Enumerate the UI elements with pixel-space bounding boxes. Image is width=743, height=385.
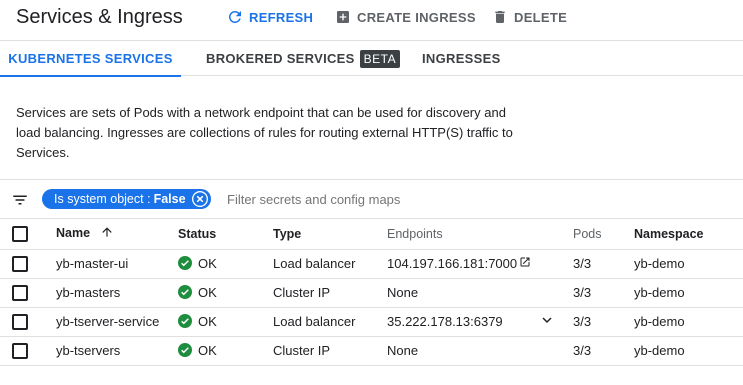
row-checkbox[interactable] [12,342,28,359]
delete-label: DELETE [514,9,568,25]
description-line: load balancing. Ingresses are collection… [16,125,513,140]
table-header-row: Name Status Type Endpoints Pods Namespac… [0,219,743,250]
description-line: Services. [16,145,70,160]
filter-input[interactable] [227,192,527,207]
row-checkbox-cell [0,278,44,308]
select-all-checkbox[interactable] [12,225,28,242]
tab-kubernetes-services[interactable]: KUBERNETES SERVICES [0,41,181,77]
endpoints-cell: 35.222.178.13:6379 [387,307,573,337]
services-table: Name Status Type Endpoints Pods Namespac… [0,219,743,366]
service-name[interactable]: yb-master-ui [44,249,177,279]
namespace-cell: yb-demo [634,249,743,279]
arrow-up-icon[interactable] [100,225,114,242]
delete-button[interactable]: DELETE [491,8,567,26]
endpoints-cell: 104.197.166.181:7000 [387,249,573,279]
pods-cell: 3/3 [573,336,634,366]
table-row: yb-masters OK Cluster IP None 3/3 yb-dem… [0,278,743,308]
type-cell: Cluster IP [273,336,387,366]
row-checkbox-cell [0,307,44,337]
column-header-name[interactable]: Name [44,219,177,250]
status-cell: OK [177,249,273,279]
filter-chip[interactable]: Is system object : False [42,189,211,209]
column-header-type[interactable]: Type [273,219,387,250]
service-name[interactable]: yb-masters [44,278,177,308]
endpoint-link[interactable]: 104.197.166.181:7000 [387,256,517,271]
tab-label: INGRESSES [422,51,501,66]
row-checkbox-cell [0,336,44,366]
tab-bar: KUBERNETES SERVICES BROKERED SERVICES BE… [0,40,743,77]
type-cell: Load balancer [273,307,387,337]
refresh-icon [226,8,244,26]
pods-cell: 3/3 [573,307,634,337]
beta-badge: BETA [359,49,401,68]
filter-bar: Is system object : False [0,179,743,219]
pods-cell: 3/3 [573,278,634,308]
row-checkbox[interactable] [12,284,28,301]
pods-cell: 3/3 [573,249,634,279]
filter-chip-value: False [153,192,186,206]
add-box-icon [334,8,352,26]
column-header-namespace[interactable]: Namespace [634,219,743,250]
refresh-button[interactable]: REFRESH [226,8,313,26]
column-header-status[interactable]: Status [177,219,273,250]
create-ingress-button[interactable]: CREATE INGRESS [334,8,476,26]
endpoints-cell: None [387,336,573,366]
check-circle-icon [178,285,192,300]
status-cell: OK [177,307,273,337]
refresh-label: REFRESH [249,9,314,25]
close-circle-icon[interactable] [191,191,208,207]
service-name[interactable]: yb-tservers [44,336,177,366]
namespace-cell: yb-demo [634,278,743,308]
description-line: Services are sets of Pods with a network… [16,105,506,120]
tab-ingresses[interactable]: INGRESSES [422,41,501,76]
table-row: yb-master-ui OK Load balancer 104.197.16… [0,249,743,279]
type-cell: Load balancer [273,249,387,279]
row-checkbox[interactable] [12,313,28,330]
endpoint-text: 35.222.178.13:6379 [387,314,503,329]
trash-icon [491,8,509,26]
status-cell: OK [177,336,273,366]
row-checkbox[interactable] [12,255,28,272]
chevron-down-icon[interactable] [539,312,555,331]
namespace-cell: yb-demo [634,336,743,366]
create-ingress-label: CREATE INGRESS [357,9,476,25]
status-text: OK [198,313,217,329]
page-title: Services & Ingress [16,6,183,28]
status-text: OK [198,342,217,358]
filter-list-icon[interactable] [11,191,29,209]
status-cell: OK [177,278,273,308]
check-circle-icon [178,256,192,271]
endpoints-cell: None [387,278,573,308]
column-header-endpoints: Endpoints [387,219,573,250]
column-header-pods: Pods [573,219,634,250]
status-text: OK [198,255,217,271]
filter-chip-key: Is system object : [54,192,151,206]
tab-label: BROKERED SERVICES [206,51,355,66]
header-checkbox-cell [0,219,44,250]
service-name[interactable]: yb-tserver-service [44,307,177,337]
column-name-label: Name [56,226,91,241]
page-description: Services are sets of Pods with a network… [16,103,536,163]
check-circle-icon [178,314,192,329]
check-circle-icon [178,343,192,358]
type-cell: Cluster IP [273,278,387,308]
row-checkbox-cell [0,249,44,279]
tab-label: KUBERNETES SERVICES [8,50,173,66]
external-link-icon[interactable] [519,256,531,271]
namespace-cell: yb-demo [634,307,743,337]
tab-brokered-services[interactable]: BROKERED SERVICES BETA [206,41,401,76]
table-row: yb-tservers OK Cluster IP None 3/3 yb-de… [0,336,743,366]
top-bar: Services & Ingress REFRESH CREATE INGRES… [0,0,743,34]
status-text: OK [198,284,217,300]
table-row: yb-tserver-service OK Load balancer 35.2… [0,307,743,337]
